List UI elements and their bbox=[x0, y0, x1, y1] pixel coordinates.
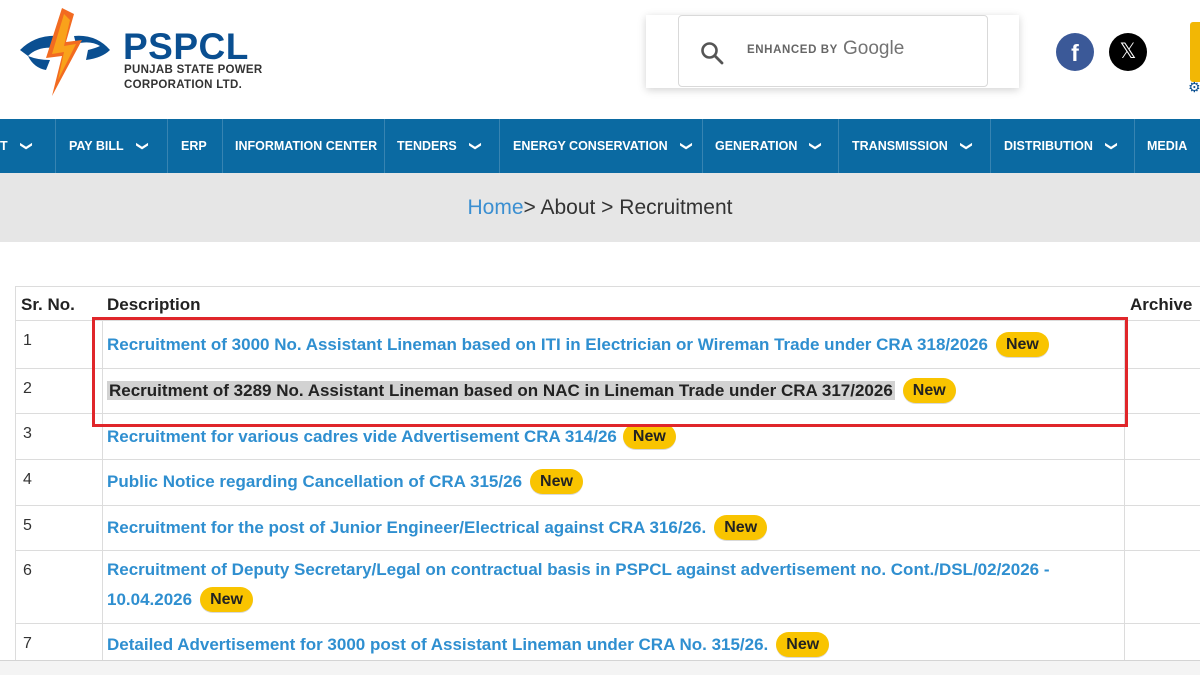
new-badge: New bbox=[200, 587, 253, 612]
nav-item-media[interactable]: MEDIA bbox=[1135, 119, 1200, 173]
nav-item-label: GENERATION bbox=[715, 139, 798, 153]
recruitment-link-line2[interactable]: 10.04.2026 bbox=[107, 590, 192, 609]
row-sr-no: 5 bbox=[15, 506, 103, 550]
new-badge: New bbox=[714, 515, 768, 540]
nav-item-label: TRANSMISSION bbox=[852, 139, 948, 153]
logo-title: PSPCL bbox=[123, 26, 249, 67]
row-description: Recruitment of Deputy Secretary/Legal on… bbox=[103, 551, 1125, 623]
recruitment-link-line1[interactable]: Recruitment of Deputy Secretary/Legal on… bbox=[107, 555, 1124, 585]
nav-item-generation[interactable]: GENERATION ❯ bbox=[703, 119, 839, 173]
nav-item-label: ERP bbox=[181, 139, 207, 153]
pspcl-emblem-icon bbox=[20, 8, 110, 96]
recruitment-link[interactable]: Recruitment for the post of Junior Engin… bbox=[107, 518, 706, 537]
partner-logo-partial bbox=[1190, 22, 1200, 82]
recruitment-link[interactable]: Detailed Advertisement for 3000 post of … bbox=[107, 635, 768, 654]
nav-item-distribution[interactable]: DISTRIBUTION ❯ bbox=[991, 119, 1135, 173]
logo-subtitle-line2: CORPORATION LTD. bbox=[124, 79, 243, 91]
row-description: Public Notice regarding Cancellation of … bbox=[103, 460, 1125, 505]
pspcl-logo[interactable]: PSPCL PUNJAB STATE POWER CORPORATION LTD… bbox=[16, 6, 266, 102]
logo-subtitle-line1: PUNJAB STATE POWER bbox=[124, 64, 263, 76]
recruitment-link[interactable]: Public Notice regarding Cancellation of … bbox=[107, 472, 522, 491]
breadcrumb-trail: > About > Recruitment bbox=[523, 196, 733, 219]
nav-item-label: INFORMATION CENTER bbox=[235, 139, 378, 153]
row-sr-no: 6 bbox=[15, 551, 103, 623]
search-card: ENHANCED BY Google bbox=[646, 15, 1019, 88]
nav-item-label: MEDIA bbox=[1147, 139, 1188, 153]
nav-item-partial[interactable]: T ❯ bbox=[0, 119, 56, 173]
gear-icon: ⚙ bbox=[1188, 79, 1200, 95]
row-archive bbox=[1125, 551, 1200, 623]
row-sr-no: 3 bbox=[15, 414, 103, 459]
search-icon[interactable] bbox=[699, 40, 725, 66]
nav-item-erp[interactable]: ERP bbox=[168, 119, 223, 173]
nav-item-information-center[interactable]: INFORMATION CENTER bbox=[223, 119, 385, 173]
recruitment-link[interactable]: Recruitment for various cadres vide Adve… bbox=[107, 427, 617, 446]
nav-item-label: DISTRIBUTION bbox=[1004, 139, 1093, 153]
row-sr-no: 1 bbox=[15, 321, 103, 368]
chevron-down-icon: ❯ bbox=[959, 140, 974, 152]
chevron-down-icon: ❯ bbox=[19, 140, 34, 152]
header-archive: Archive bbox=[1125, 286, 1200, 321]
search-placeholder: ENHANCED BY bbox=[747, 44, 838, 56]
facebook-icon[interactable]: f bbox=[1056, 33, 1094, 71]
new-badge: New bbox=[776, 632, 830, 657]
row-archive bbox=[1125, 506, 1200, 550]
row-archive bbox=[1125, 321, 1200, 368]
nav-item-energy-conservation[interactable]: ENERGY CONSERVATION ❯ bbox=[500, 119, 703, 173]
highlight-annotation-box bbox=[92, 317, 1128, 427]
chevron-down-icon: ❯ bbox=[809, 140, 824, 152]
google-brand: Google bbox=[843, 38, 905, 59]
header-sr-no: Sr. No. bbox=[15, 286, 103, 321]
chevron-down-icon: ❯ bbox=[1104, 140, 1119, 152]
site-header: PSPCL PUNJAB STATE POWER CORPORATION LTD… bbox=[0, 0, 1200, 119]
row-archive bbox=[1125, 460, 1200, 505]
nav-item-label: ENERGY CONSERVATION bbox=[513, 139, 668, 153]
nav-item-tenders[interactable]: TENDERS ❯ bbox=[385, 119, 500, 173]
main-nav: T ❯ PAY BILL ❯ ERP INFORMATION CENTER TEND… bbox=[0, 119, 1200, 173]
bottom-edge-bar bbox=[0, 660, 1200, 675]
row-sr-no: 4 bbox=[15, 460, 103, 505]
chevron-down-icon: ❯ bbox=[468, 140, 483, 152]
table-row: 4 Public Notice regarding Cancellation o… bbox=[15, 460, 1200, 506]
breadcrumb: Home> About > Recruitment bbox=[0, 173, 1200, 242]
search-input[interactable]: ENHANCED BY Google bbox=[678, 15, 988, 87]
breadcrumb-home-link[interactable]: Home bbox=[468, 196, 524, 219]
row-archive bbox=[1125, 369, 1200, 413]
row-sr-no: 2 bbox=[15, 369, 103, 413]
row-archive bbox=[1125, 414, 1200, 459]
new-badge: New bbox=[622, 424, 676, 449]
nav-item-transmission[interactable]: TRANSMISSION ❯ bbox=[839, 119, 991, 173]
new-badge: New bbox=[530, 469, 583, 494]
chevron-down-icon: ❯ bbox=[135, 140, 150, 152]
x-twitter-icon[interactable]: 𝕏 bbox=[1109, 33, 1147, 71]
header-description: Description bbox=[102, 286, 1126, 321]
nav-item-label: TENDERS bbox=[397, 139, 457, 153]
nav-item-pay-bill[interactable]: PAY BILL ❯ bbox=[56, 119, 168, 173]
table-row: 6 Recruitment of Deputy Secretary/Legal … bbox=[15, 551, 1200, 624]
table-row: 5 Recruitment for the post of Junior Eng… bbox=[15, 506, 1200, 551]
row-description: Recruitment for the post of Junior Engin… bbox=[103, 506, 1125, 550]
